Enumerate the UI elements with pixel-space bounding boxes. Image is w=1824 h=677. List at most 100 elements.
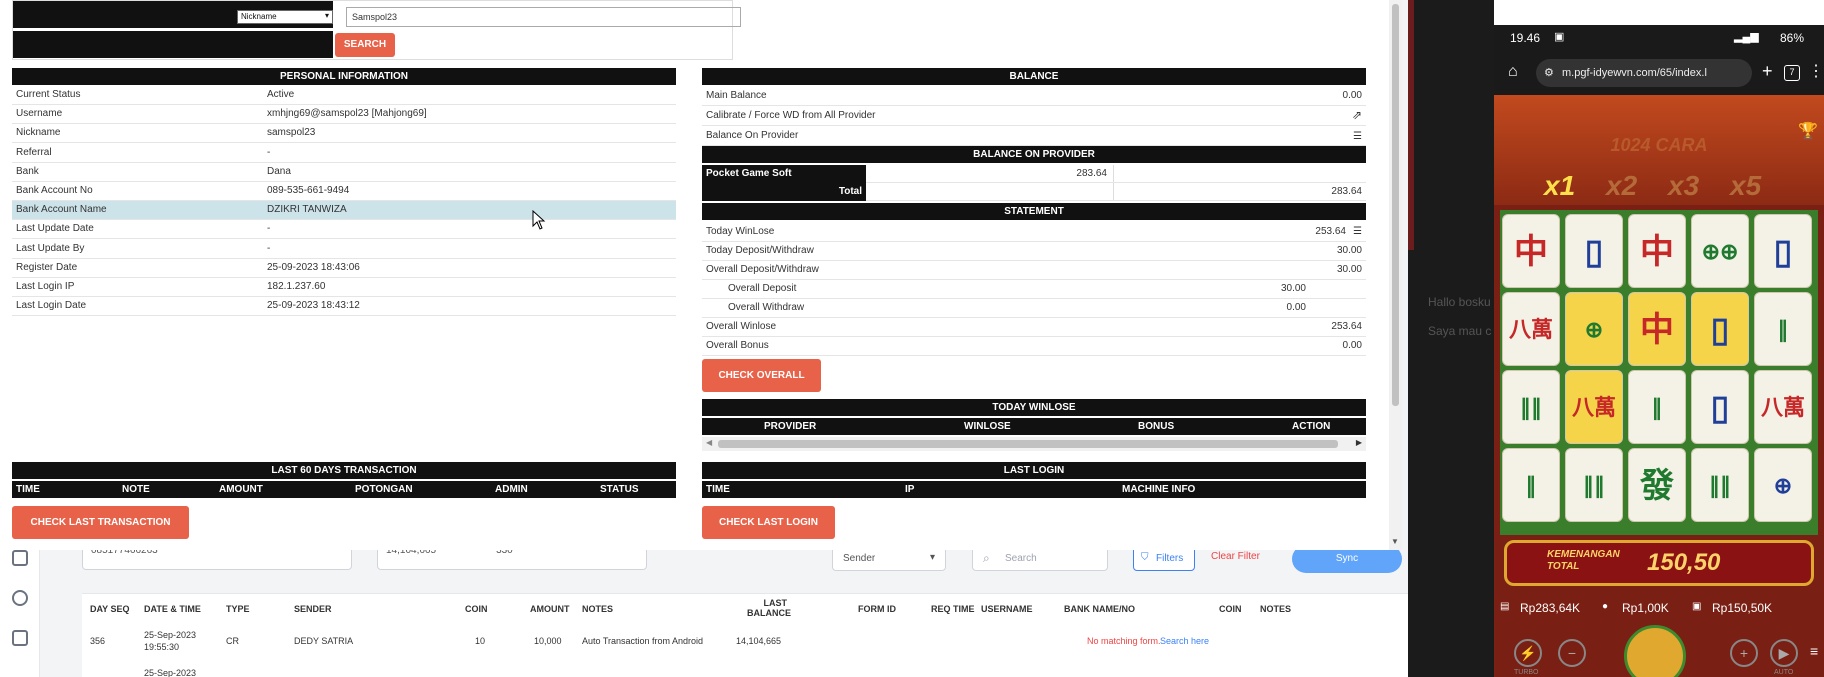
turbo-icon[interactable]: ⚡ xyxy=(1514,639,1542,667)
horizontal-scrollbar[interactable]: ◀ ▶ xyxy=(702,437,1366,451)
search-type-select[interactable]: Nickname ▾ xyxy=(237,10,333,24)
col-header: NOTES xyxy=(1260,604,1292,614)
overall-bonus-value: 0.00 xyxy=(1342,340,1362,351)
menu-icon[interactable]: ≡ xyxy=(1810,643,1818,659)
trophy-icon[interactable]: 🏆 xyxy=(1798,121,1818,141)
filters-label: Filters xyxy=(1156,553,1184,564)
cell-date: 25-Sep-2023 xyxy=(144,668,197,677)
more-menu-icon[interactable]: ⋮ xyxy=(1808,61,1824,81)
col-header: COIN xyxy=(1219,604,1242,614)
personal-info-key: Referral xyxy=(16,146,52,158)
col-header: REQ TIME xyxy=(931,604,975,614)
calibrate-row: Calibrate / Force WD from All Provider ⇗ xyxy=(702,106,1366,126)
today-dw-row: Today Deposit/Withdraw 30.00 xyxy=(702,241,1366,261)
last-login-title: LAST LOGIN xyxy=(702,462,1366,479)
col-time: TIME xyxy=(16,484,40,495)
check-last-login-button[interactable]: CHECK LAST LOGIN xyxy=(702,506,835,539)
overall-winlose-row: Overall Winlose 253.64 xyxy=(702,317,1366,337)
battery-level: 86% xyxy=(1780,31,1805,45)
win-label: KEMENANGAN TOTAL xyxy=(1547,549,1620,572)
game-area[interactable]: 1024 CARA x1 x2 x3 x5 🏆 中 ▯ 中 ⊕⊕ ▯ 八萬 ⊕ … xyxy=(1494,95,1824,677)
search-here-link[interactable]: Search here xyxy=(1160,636,1209,646)
personal-info-value: DZIKRI TANWIZA xyxy=(267,204,347,216)
cell-date: 25-Sep-2023 xyxy=(144,630,197,640)
auto-icon[interactable]: ▶ xyxy=(1770,639,1798,667)
personal-info-key: Bank xyxy=(16,165,39,177)
phone-url[interactable]: ⚙ m.pgf-idyewvn.com/65/index.l xyxy=(1536,59,1752,87)
personal-info-title: PERSONAL INFORMATION xyxy=(12,68,676,85)
search-input[interactable]: Samspol23 xyxy=(346,7,741,27)
overall-dw-label: Overall Deposit/Withdraw xyxy=(706,264,819,275)
sidebar-book-icon[interactable] xyxy=(12,630,28,646)
image-icon: ▣ xyxy=(1554,31,1565,43)
scroll-right-icon[interactable]: ▶ xyxy=(1356,438,1362,447)
search-icon: ⌕ xyxy=(983,551,990,565)
tile-icon: ⊕ xyxy=(1754,448,1812,522)
plus-icon[interactable]: + xyxy=(1730,639,1758,667)
tile-icon: ∥∥ xyxy=(1565,448,1623,522)
provider-total-row: Total 283.64 xyxy=(702,183,1366,201)
personal-info-key: Register Date xyxy=(16,261,78,273)
scroll-left-icon[interactable]: ◀ xyxy=(706,438,712,447)
tile-icon: 中 xyxy=(1628,292,1686,366)
personal-info-key: Last Update Date xyxy=(16,223,94,235)
new-tab-icon[interactable]: + xyxy=(1762,61,1773,82)
col-header: AMOUNT xyxy=(530,604,570,614)
mahjong-reels: 中 ▯ 中 ⊕⊕ ▯ 八萬 ⊕ 中 ▯ ∥ ∥∥ 八萬 ∥ ▯ 八萬 ∥ ∥∥ … xyxy=(1500,210,1818,535)
today-winlose-value: 253.64 xyxy=(1315,226,1346,237)
balance-on-provider-label: Balance On Provider xyxy=(706,130,799,141)
tab-count[interactable]: 7 xyxy=(1784,65,1800,81)
search-button[interactable]: SEARCH xyxy=(335,33,395,57)
check-overall-button[interactable]: CHECK OVERALL xyxy=(702,359,821,392)
minus-icon[interactable]: − xyxy=(1558,639,1586,667)
tile-icon: ⊕⊕ xyxy=(1691,214,1749,288)
search-label-cell xyxy=(13,31,333,58)
modal-scroll-thumb[interactable] xyxy=(1392,4,1399,406)
mouse-cursor-icon xyxy=(532,210,546,230)
game-subtitle: 1024 CARA xyxy=(1610,135,1708,155)
scroll-thumb[interactable] xyxy=(718,440,1338,448)
col-winlose: WINLOSE xyxy=(964,421,1011,432)
check-last-transaction-button[interactable]: CHECK LAST TRANSACTION xyxy=(12,506,189,539)
statement-title: STATEMENT xyxy=(702,203,1366,220)
personal-info-value: 25-09-2023 18:43:12 xyxy=(267,300,360,312)
personal-info-key: Nickname xyxy=(16,127,61,139)
cell-sender: DEDY SATRIA xyxy=(294,636,354,646)
tile-icon: ∥ xyxy=(1502,448,1560,522)
tile-icon: ▯ xyxy=(1565,214,1623,288)
col-time: TIME xyxy=(706,484,730,495)
tile-icon: ▯ xyxy=(1691,292,1749,366)
personal-info-key: Username xyxy=(16,108,63,120)
phone-screen-mirror: 19.46 ▣ ▂▄▆ 86% ⌂ ⚙ m.pgf-idyewvn.com/65… xyxy=(1494,25,1824,677)
spin-button[interactable] xyxy=(1624,625,1686,677)
last60-header: TIME NOTE AMOUNT POTONGAN ADMIN STATUS xyxy=(12,481,676,498)
win-value: 150,50 xyxy=(1647,549,1721,576)
col-header: DAY SEQ xyxy=(90,604,130,614)
tile-icon: ▯ xyxy=(1691,370,1749,444)
home-icon[interactable]: ⌂ xyxy=(1508,63,1518,81)
main-balance-label: Main Balance xyxy=(706,90,767,101)
personal-info-key: Last Update By xyxy=(16,242,85,254)
last-login-header: TIME IP MACHINE INFO xyxy=(702,481,1366,498)
list-icon[interactable]: ☰ xyxy=(1353,127,1362,146)
auto-label: AUTO xyxy=(1774,669,1794,676)
col-header: COIN xyxy=(465,604,488,614)
clear-filter-link[interactable]: Clear Filter xyxy=(1211,551,1260,562)
tile-icon: 八萬 xyxy=(1565,370,1623,444)
sidebar-chart-icon[interactable] xyxy=(12,550,28,566)
col-header: FORM ID xyxy=(858,604,896,614)
overall-deposit-label: Overall Deposit xyxy=(728,283,797,294)
list-icon[interactable]: ☰ xyxy=(1353,222,1362,241)
scroll-down-icon[interactable]: ▼ xyxy=(1391,537,1399,546)
col-header: USERNAME xyxy=(981,604,1033,614)
phone-browser-bar: ⌂ ⚙ m.pgf-idyewvn.com/65/index.l + 7 ⋮ xyxy=(1494,51,1824,95)
sidebar-history-icon[interactable] xyxy=(12,590,28,606)
external-link-icon[interactable]: ⇗ xyxy=(1352,106,1362,125)
tile-icon: 發 xyxy=(1628,448,1686,522)
today-winlose-row: Today WinLose 253.64 ☰ xyxy=(702,222,1366,242)
overall-bonus-row: Overall Bonus 0.00 xyxy=(702,336,1366,356)
modal-scrollbar[interactable]: ▼ xyxy=(1389,0,1402,550)
cell-time: 19:55:30 xyxy=(144,642,180,652)
overall-withdraw-label: Overall Withdraw xyxy=(728,302,805,313)
overall-winlose-label: Overall Winlose xyxy=(706,321,777,332)
